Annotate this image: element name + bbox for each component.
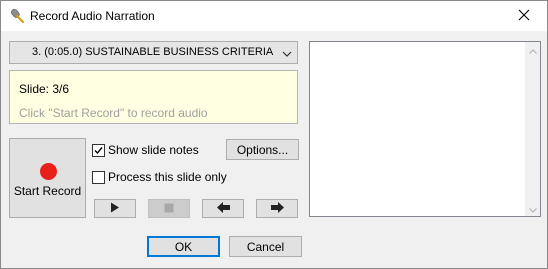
process-slide-only-option[interactable]: Process this slide only: [92, 170, 227, 184]
options-button[interactable]: Options...: [226, 139, 299, 160]
play-button[interactable]: [94, 199, 136, 218]
microphone-icon: [9, 7, 27, 25]
show-notes-label: Show slide notes: [108, 143, 199, 157]
slide-info-panel: Slide: 3/6 Click "Start Record" to recor…: [9, 70, 298, 124]
close-icon: [518, 9, 530, 24]
ok-button-label: OK: [174, 239, 193, 254]
chevron-up-icon: [528, 43, 537, 57]
chevron-down-icon: [282, 48, 292, 58]
chevron-down-icon: [528, 202, 537, 216]
process-slide-only-checkbox[interactable]: [92, 170, 105, 184]
slide-notes-pane[interactable]: [309, 41, 541, 217]
start-record-label: Start Record: [13, 184, 82, 198]
vertical-scrollbar[interactable]: [525, 42, 540, 216]
show-notes-option[interactable]: Show slide notes: [92, 143, 199, 157]
title-bar: Record Audio Narration: [1, 1, 547, 31]
scroll-down-button[interactable]: [525, 201, 540, 216]
slide-select[interactable]: 3. (0:05.0) SUSTAINABLE BUSINESS CRITERI…: [9, 41, 298, 64]
record-dot-icon: [40, 163, 57, 180]
play-icon: [110, 202, 120, 216]
slide-select-value: 3. (0:05.0) SUSTAINABLE BUSINESS CRITERI…: [32, 46, 274, 58]
start-record-button[interactable]: Start Record: [9, 138, 86, 218]
process-slide-only-label: Process this slide only: [108, 170, 227, 184]
record-audio-narration-dialog: Record Audio Narration 3. (0:05.0) SUSTA…: [0, 0, 548, 269]
stop-icon: [164, 202, 174, 216]
close-button[interactable]: [501, 1, 547, 31]
show-notes-checkbox[interactable]: [92, 143, 105, 157]
slide-counter: Slide: 3/6: [19, 82, 70, 96]
checkmark-icon: [94, 146, 103, 154]
arrow-left-icon: [216, 201, 230, 216]
record-hint: Click "Start Record" to record audio: [19, 106, 208, 120]
options-button-label: Options...: [236, 142, 289, 157]
cancel-button[interactable]: Cancel: [229, 236, 302, 257]
previous-slide-button[interactable]: [202, 199, 244, 218]
window-title: Record Audio Narration: [30, 9, 155, 23]
cancel-button-label: Cancel: [246, 239, 285, 254]
ok-button[interactable]: OK: [147, 236, 220, 257]
arrow-right-icon: [270, 201, 284, 216]
scroll-up-button[interactable]: [525, 42, 540, 57]
next-slide-button[interactable]: [256, 199, 298, 218]
stop-button[interactable]: [148, 199, 190, 218]
